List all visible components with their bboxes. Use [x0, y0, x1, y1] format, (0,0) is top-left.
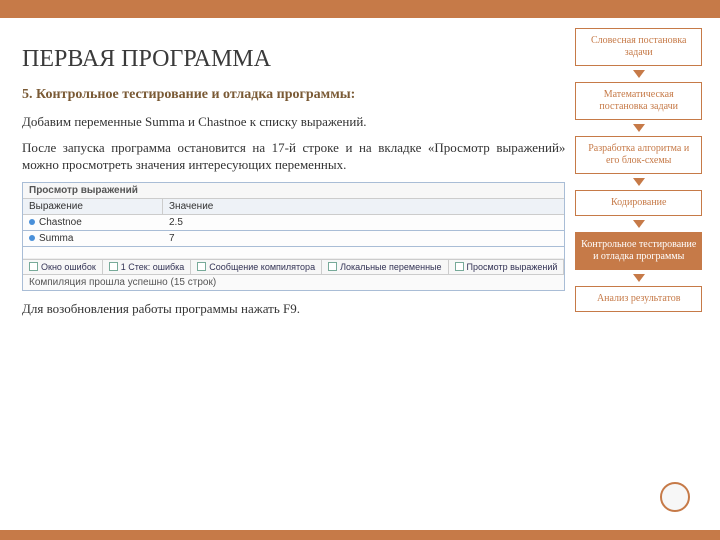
decoration-circle-icon	[660, 482, 690, 512]
arrow-down-icon	[633, 70, 645, 78]
empty-row	[23, 247, 564, 259]
row-name: Summa	[39, 233, 73, 244]
row-value: 7	[163, 231, 564, 246]
arrow-down-icon	[633, 178, 645, 186]
tab-errors[interactable]: Окно ошибок	[23, 260, 103, 274]
paragraph-1: Добавим переменные Summa и Chastnoe к сп…	[22, 113, 565, 131]
arrow-down-icon	[633, 274, 645, 282]
checkbox-icon	[109, 262, 118, 271]
col-expression: Выражение	[23, 199, 163, 214]
paragraph-2: После запуска программа остановится на 1…	[22, 139, 565, 174]
row-name: Chastnoe	[39, 217, 82, 228]
arrow-down-icon	[633, 124, 645, 132]
tab-compiler[interactable]: Сообщение компилятора	[191, 260, 322, 274]
dot-icon	[29, 235, 35, 241]
checkbox-icon	[197, 262, 206, 271]
col-value: Значение	[163, 199, 219, 214]
watch-header-row: Выражение Значение	[23, 199, 564, 215]
compiler-status: Компиляция прошла успешно (15 строк)	[23, 274, 564, 290]
flow-step-3: Разработка алгоритма и его блок-схемы	[575, 136, 702, 174]
dot-icon	[29, 219, 35, 225]
arrow-down-icon	[633, 220, 645, 228]
resume-text: Для возобновления работы программы нажат…	[22, 301, 565, 317]
flow-step-1: Словесная постановка задачи	[575, 28, 702, 66]
checkbox-icon	[455, 262, 464, 271]
section-subtitle: 5. Контрольное тестирование и отладка пр…	[22, 87, 565, 103]
tab-locals[interactable]: Локальные переменные	[322, 260, 448, 274]
flow-step-5-active: Контрольное тестирование и отладка прогр…	[575, 232, 702, 270]
tab-watch[interactable]: Просмотр выражений	[449, 260, 565, 274]
flow-step-4: Кодирование	[575, 190, 702, 216]
table-row[interactable]: Summa 7	[23, 231, 564, 247]
tab-stack[interactable]: 1 Стек: ошибка	[103, 260, 192, 274]
flow-sidebar: Словесная постановка задачи Математическ…	[575, 28, 702, 317]
checkbox-icon	[328, 262, 337, 271]
table-row[interactable]: Chastnoe 2.5	[23, 215, 564, 231]
flow-step-6: Анализ результатов	[575, 286, 702, 312]
row-value: 2.5	[163, 215, 564, 230]
ide-tabs: Окно ошибок 1 Стек: ошибка Сообщение ком…	[23, 259, 564, 274]
watch-panel: Просмотр выражений Выражение Значение Ch…	[22, 182, 565, 291]
checkbox-icon	[29, 262, 38, 271]
page-title: ПЕРВАЯ ПРОГРАММА	[22, 46, 565, 73]
flow-step-2: Математическая постановка задачи	[575, 82, 702, 120]
watch-panel-title: Просмотр выражений	[23, 183, 564, 199]
